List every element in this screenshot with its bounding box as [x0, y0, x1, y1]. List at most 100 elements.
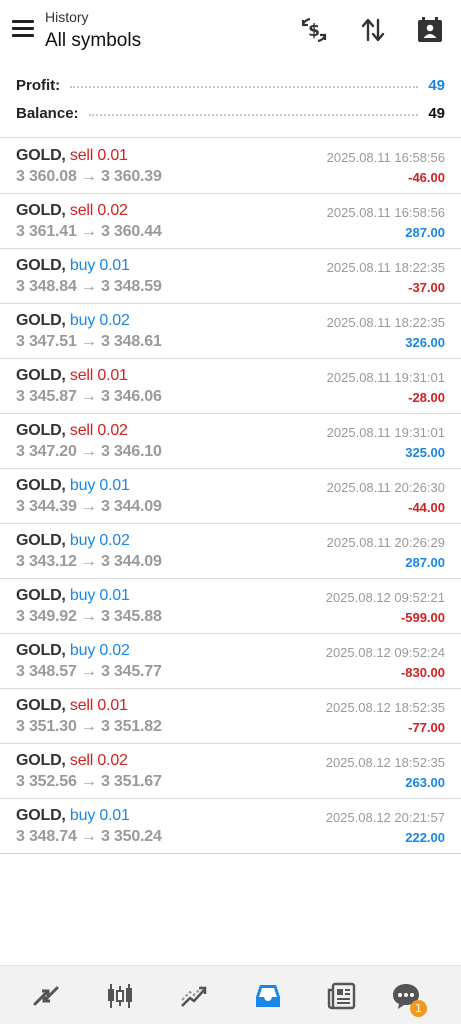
deal-side: sell 0.02 [69, 422, 128, 439]
deal-profit: -46.00 [408, 170, 445, 185]
dotted-leader [70, 86, 419, 88]
deal-prices: 3 348.74 → 3 350.24 [16, 828, 162, 845]
deal-side: buy 0.02 [69, 532, 130, 549]
balance-value: 49 [428, 104, 445, 122]
deal-prices: 3 347.20 → 3 346.10 [16, 443, 162, 460]
deal-side: sell 0.02 [69, 752, 128, 769]
menu-icon[interactable] [12, 20, 34, 38]
deal-profit: -830.00 [400, 665, 445, 680]
deal-side: buy 0.02 [69, 312, 130, 329]
deal-prices: 3 351.30 → 3 351.82 [16, 718, 162, 735]
deal-profit: -37.00 [408, 280, 445, 295]
deal-side: buy 0.01 [69, 257, 130, 274]
profit-value: 49 [428, 76, 445, 94]
deal-prices: 3 345.87 → 3 346.06 [16, 388, 162, 405]
list-item[interactable]: GOLD, buy 0.01 3 344.39 → 3 344.09 2025.… [0, 469, 461, 524]
deal-side: sell 0.01 [69, 367, 128, 384]
deal-time: 2025.08.11 16:58:56 [326, 150, 445, 165]
deal-side: buy 0.01 [69, 807, 130, 824]
deal-symbol: GOLD, sell 0.02 [16, 752, 128, 769]
deal-time: 2025.08.12 09:52:24 [325, 645, 445, 660]
quotes-icon[interactable] [26, 976, 66, 1016]
deal-symbol: GOLD, buy 0.02 [16, 312, 130, 329]
deal-symbol: GOLD, sell 0.01 [16, 367, 128, 384]
deal-time: 2025.08.12 18:52:35 [325, 755, 445, 770]
deal-symbol: GOLD, sell 0.02 [16, 422, 128, 439]
deal-time: 2025.08.11 19:31:01 [326, 425, 445, 440]
deal-symbol: GOLD, buy 0.02 [16, 532, 130, 549]
deal-side: sell 0.01 [69, 147, 128, 164]
deal-prices: 3 361.41 → 3 360.44 [16, 223, 162, 240]
list-item[interactable]: GOLD, sell 0.02 3 361.41 → 3 360.44 2025… [0, 194, 461, 249]
deal-prices: 3 360.08 → 3 360.39 [16, 168, 162, 185]
deal-prices: 3 344.39 → 3 344.09 [16, 498, 162, 515]
news-icon[interactable] [322, 976, 362, 1016]
balance-label: Balance: [16, 104, 79, 122]
deal-profit: -599.00 [400, 610, 445, 625]
deal-symbol: GOLD, buy 0.01 [16, 807, 130, 824]
list-item[interactable]: GOLD, sell 0.01 3 360.08 → 3 360.39 2025… [0, 139, 461, 194]
deal-profit: -77.00 [408, 720, 445, 735]
deal-profit: 287.00 [405, 225, 445, 240]
account-summary: Profit: 49 Balance: 49 [0, 64, 461, 138]
deal-symbol: GOLD, buy 0.01 [16, 477, 130, 494]
deals-list: GOLD, sell 0.01 3 360.08 → 3 360.39 2025… [0, 139, 461, 854]
deal-symbol: GOLD, buy 0.01 [16, 587, 130, 604]
deal-time: 2025.08.11 19:31:01 [326, 370, 445, 385]
sort-icon[interactable] [357, 14, 389, 46]
deal-prices: 3 352.56 → 3 351.67 [16, 773, 162, 790]
list-item[interactable]: GOLD, buy 0.01 3 348.84 → 3 348.59 2025.… [0, 249, 461, 304]
balance-row: Balance: 49 [16, 99, 445, 127]
deal-side: sell 0.02 [69, 202, 128, 219]
profit-row: Profit: 49 [16, 71, 445, 99]
profit-label: Profit: [16, 76, 61, 94]
top-app-bar: History All symbols $ [0, 0, 461, 64]
list-item[interactable]: GOLD, sell 0.02 3 347.20 → 3 346.10 2025… [0, 414, 461, 469]
deal-profit: -28.00 [408, 390, 445, 405]
list-item[interactable]: GOLD, buy 0.01 3 349.92 → 3 345.88 2025.… [0, 579, 461, 634]
history-icon[interactable] [248, 976, 288, 1016]
list-item[interactable]: GOLD, sell 0.01 3 345.87 → 3 346.06 2025… [0, 359, 461, 414]
deal-time: 2025.08.11 20:26:29 [326, 535, 445, 550]
deal-profit: 325.00 [405, 445, 445, 460]
calendar-icon[interactable] [414, 14, 446, 46]
bottom-navigation: 1 [0, 965, 461, 1024]
trade-icon[interactable] [174, 976, 214, 1016]
list-item[interactable]: GOLD, sell 0.01 3 351.30 → 3 351.82 2025… [0, 689, 461, 744]
list-item[interactable]: GOLD, buy 0.02 3 343.12 → 3 344.09 2025.… [0, 524, 461, 579]
deal-time: 2025.08.11 18:22:35 [326, 315, 445, 330]
deal-side: sell 0.01 [69, 697, 128, 714]
page-title[interactable]: All symbols [45, 30, 141, 52]
deal-profit: 326.00 [405, 335, 445, 350]
deal-prices: 3 349.92 → 3 345.88 [16, 608, 162, 625]
dotted-leader [88, 114, 419, 116]
deal-side: buy 0.01 [69, 587, 130, 604]
deal-symbol: GOLD, buy 0.01 [16, 257, 130, 274]
deal-side: buy 0.01 [69, 477, 130, 494]
deal-symbol: GOLD, sell 0.01 [16, 697, 128, 714]
deal-profit: -44.00 [408, 500, 445, 515]
deal-profit: 222.00 [405, 830, 445, 845]
deal-prices: 3 343.12 → 3 344.09 [16, 553, 162, 570]
deal-time: 2025.08.12 18:52:35 [325, 700, 445, 715]
chat-badge: 1 [410, 1000, 427, 1017]
deal-profit: 263.00 [405, 775, 445, 790]
deal-time: 2025.08.12 20:21:57 [325, 810, 445, 825]
deal-symbol: GOLD, sell 0.01 [16, 147, 128, 164]
deal-prices: 3 348.84 → 3 348.59 [16, 278, 162, 295]
chart-icon[interactable] [100, 976, 140, 1016]
list-item[interactable]: GOLD, sell 0.02 3 352.56 → 3 351.67 2025… [0, 744, 461, 799]
chat-icon[interactable]: 1 [386, 976, 427, 1017]
list-item[interactable]: GOLD, buy 0.02 3 348.57 → 3 345.77 2025.… [0, 634, 461, 689]
deal-prices: 3 348.57 → 3 345.77 [16, 663, 162, 680]
deal-time: 2025.08.11 16:58:56 [326, 205, 445, 220]
list-item[interactable]: GOLD, buy 0.02 3 347.51 → 3 348.61 2025.… [0, 304, 461, 359]
deal-time: 2025.08.11 18:22:35 [326, 260, 445, 275]
deal-profit: 287.00 [405, 555, 445, 570]
deal-symbol: GOLD, sell 0.02 [16, 202, 128, 219]
deal-symbol: GOLD, buy 0.02 [16, 642, 130, 659]
svg-text:$: $ [308, 21, 320, 41]
dollar-exchange-icon[interactable]: $ [298, 14, 330, 46]
deal-time: 2025.08.11 20:26:30 [326, 480, 445, 495]
list-item[interactable]: GOLD, buy 0.01 3 348.74 → 3 350.24 2025.… [0, 799, 461, 854]
